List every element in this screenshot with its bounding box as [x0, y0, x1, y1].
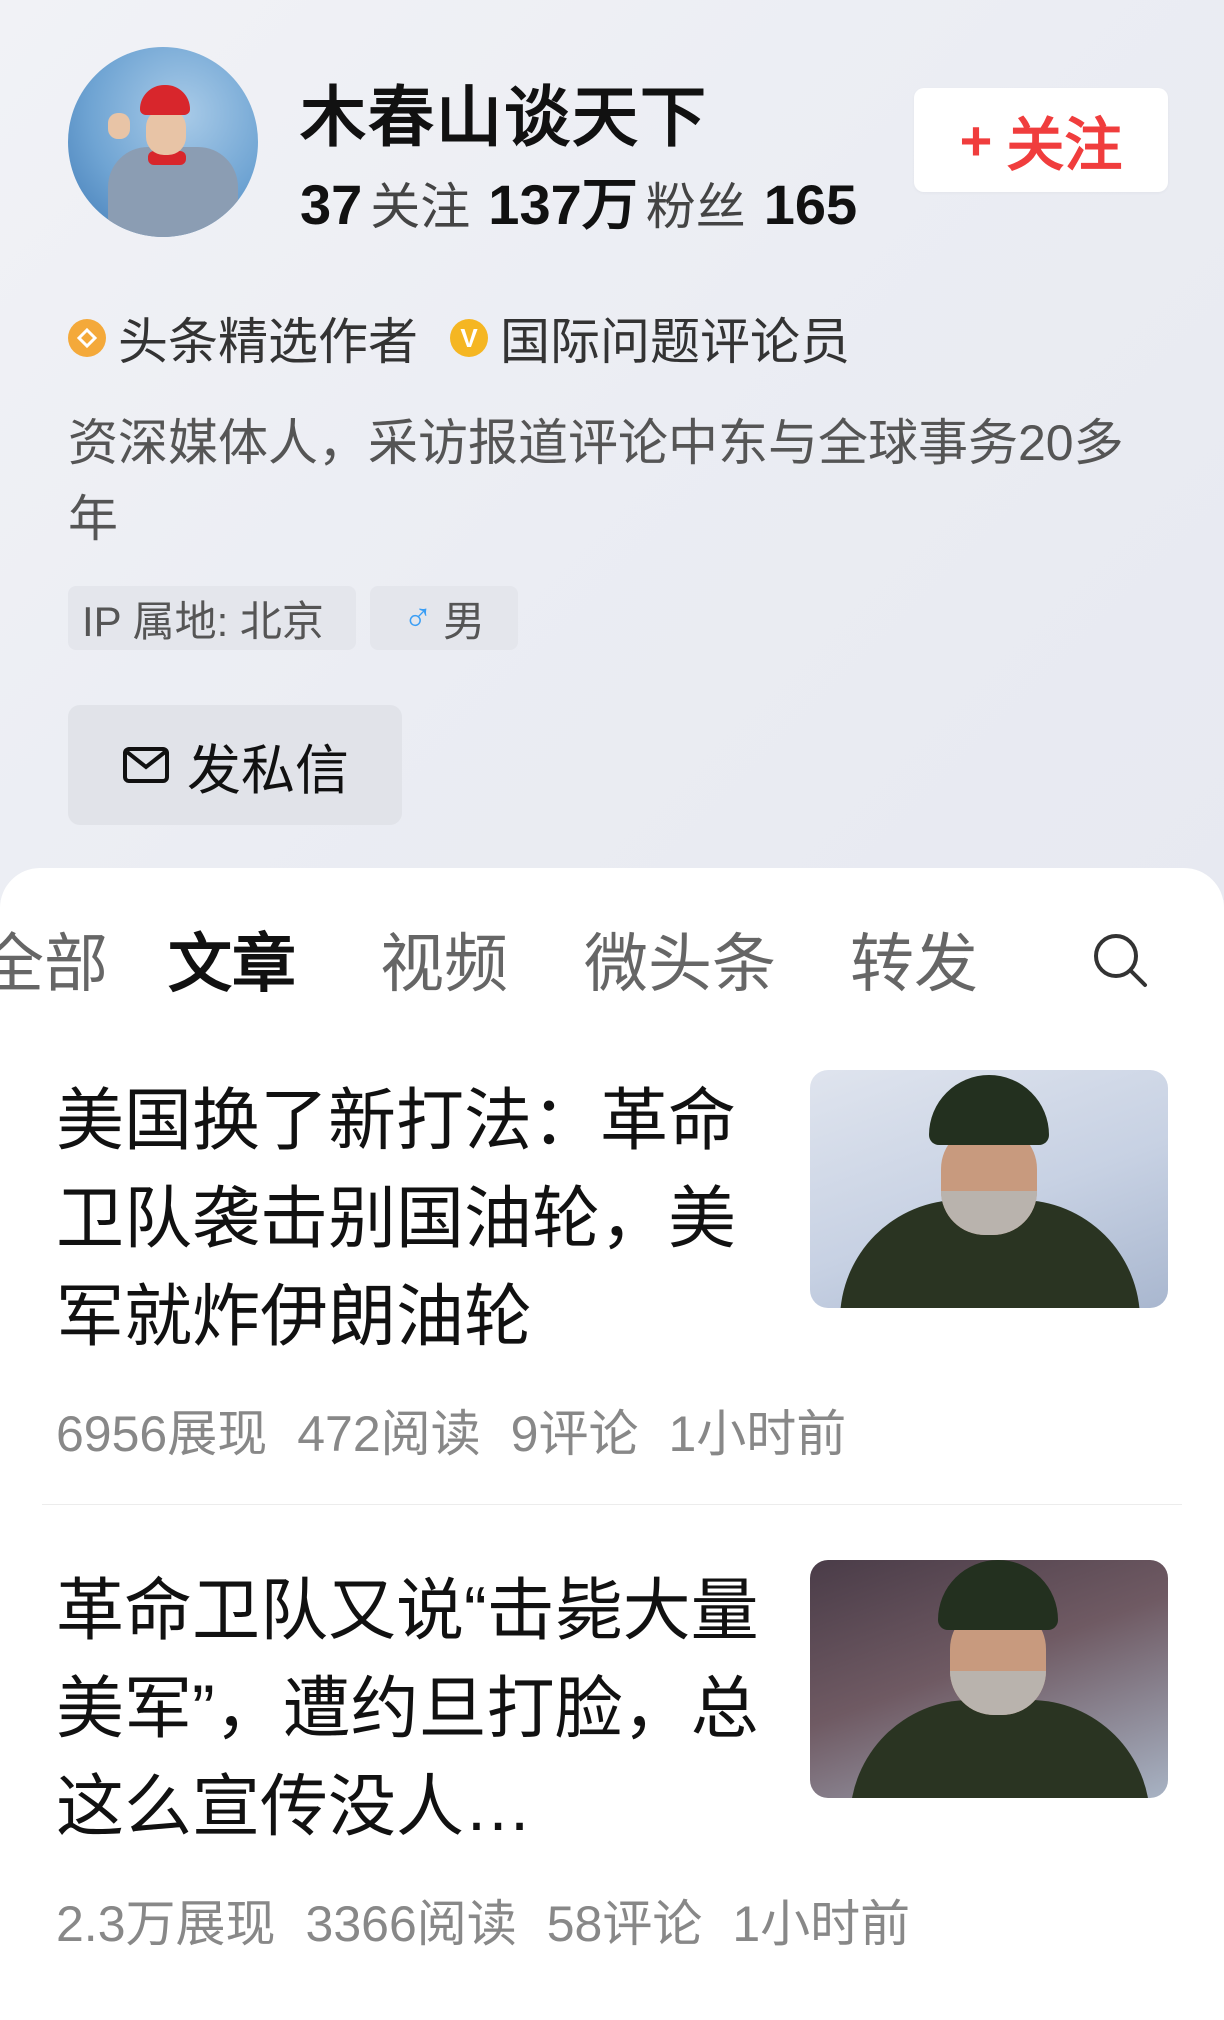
gender-label: 男	[442, 597, 485, 645]
badge-label-author: 头条精选作者	[118, 314, 418, 370]
follow-button[interactable]: + 关注	[914, 88, 1168, 192]
message-button[interactable]: 发私信	[68, 705, 402, 825]
reads-count: 3366阅读	[305, 1896, 517, 1952]
ip-location-tag: IP 属地: 北京	[68, 586, 356, 650]
following-count[interactable]: 37	[300, 173, 362, 230]
article-meta: 6956展现 472阅读 9评论 1小时前	[56, 1394, 876, 1466]
gender-tag: ♂ 男	[370, 586, 518, 650]
article-thumbnail[interactable]	[810, 1560, 1168, 1798]
article-thumbnail[interactable]	[810, 1070, 1168, 1308]
mail-icon	[123, 747, 169, 783]
tab-reposts[interactable]: 转发	[850, 918, 978, 1010]
impressions-count: 6956展现	[56, 1406, 268, 1462]
reads-count: 472阅读	[297, 1406, 481, 1462]
profile-name: 木春山谈天下	[300, 80, 708, 154]
badge-row: 头条精选作者 V 国际问题评论员	[68, 302, 850, 374]
tab-micro-posts[interactable]: 微头条	[584, 918, 776, 1010]
divider	[42, 1504, 1182, 1505]
fans-label[interactable]: 粉丝	[646, 179, 746, 230]
badge-label-commentator: 国际问题评论员	[500, 314, 850, 370]
verified-v-icon: V	[450, 319, 488, 357]
likes-count: 165	[763, 173, 858, 230]
publish-time: 1小时前	[668, 1406, 847, 1462]
article-meta: 2.3万展现 3366阅读 58评论 1小时前	[56, 1884, 940, 1956]
following-label[interactable]: 关注	[370, 179, 470, 230]
profile-stats: 37 关注 137万 粉丝 165	[300, 160, 900, 230]
author-badge-icon	[68, 319, 106, 357]
tab-articles[interactable]: 文章	[168, 918, 296, 1010]
article-title[interactable]: 美国换了新打法：革命卫队袭击别国油轮，美军就炸伊朗油轮	[56, 1072, 766, 1366]
avatar[interactable]	[68, 47, 258, 237]
comments-count: 58评论	[546, 1896, 703, 1952]
search-icon[interactable]	[1090, 930, 1150, 990]
follow-button-label: 关注	[1006, 113, 1123, 178]
tab-all[interactable]: 全部	[0, 918, 108, 1010]
fans-count[interactable]: 137万	[488, 173, 637, 230]
article-title[interactable]: 革命卫队又说“击毙大量美军”，遭约旦打脸，总这么宣传没人…	[56, 1562, 766, 1856]
profile-bio: 资深媒体人，采访报道评论中东与全球事务20多年	[68, 415, 1124, 547]
message-button-label: 发私信	[187, 740, 349, 801]
comments-count: 9评论	[510, 1406, 639, 1462]
publish-time: 1小时前	[732, 1896, 911, 1952]
plus-icon: +	[959, 108, 993, 172]
impressions-count: 2.3万展现	[56, 1896, 276, 1952]
male-icon: ♂	[402, 595, 433, 640]
tab-videos[interactable]: 视频	[380, 918, 508, 1010]
tab-bar: 全部 文章 视频 微头条 转发	[0, 918, 1224, 1010]
